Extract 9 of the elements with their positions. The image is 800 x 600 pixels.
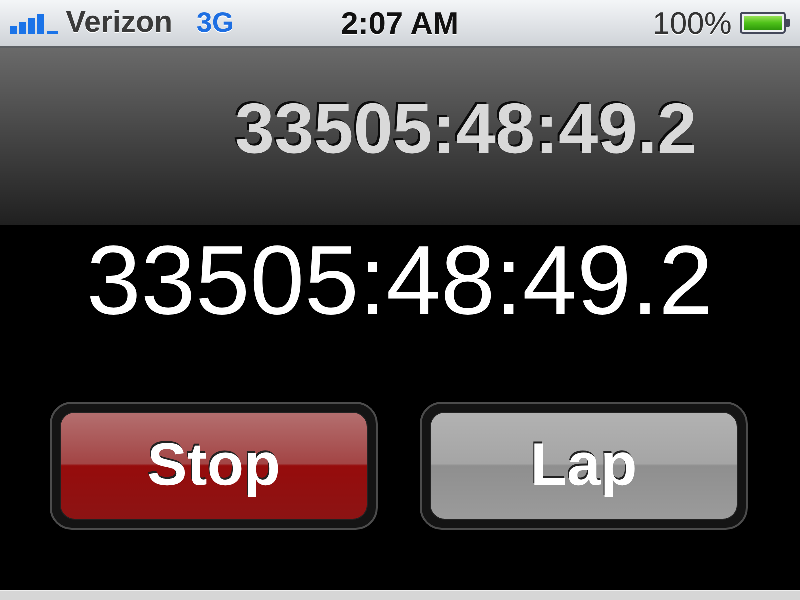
network-type: 3G [196, 9, 234, 37]
stop-button[interactable]: Stop [60, 412, 368, 520]
clock-time: 2:07 AM [341, 8, 459, 38]
battery-icon [740, 12, 790, 34]
battery-percent: 100% [652, 8, 732, 38]
lap-time: 33505:48:49.2 [235, 94, 697, 165]
carrier-name: Verizon [66, 8, 173, 38]
elapsed-time: 33505:48:49.2 [86, 231, 714, 329]
signal-icon [10, 12, 58, 34]
